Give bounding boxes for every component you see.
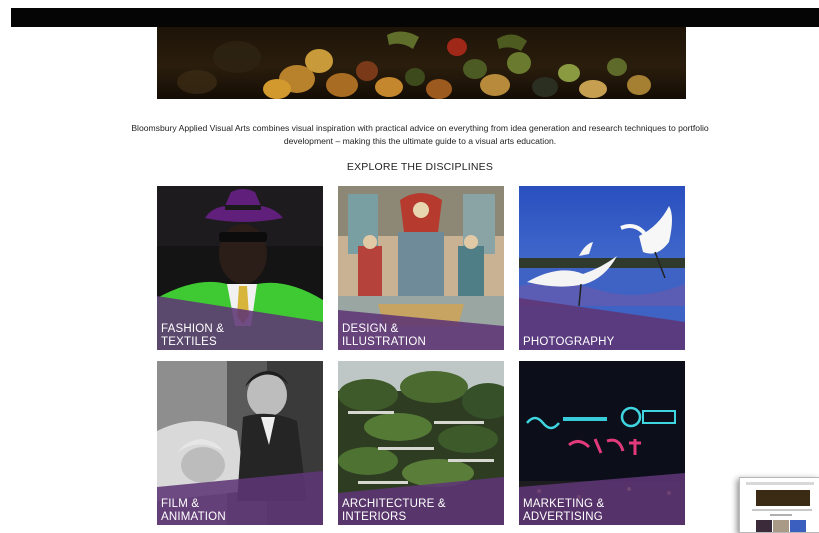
discipline-label-line-1: FASHION & [161,323,225,335]
discipline-label-line-2: ANIMATION [161,511,226,523]
discipline-label: DESIGN & ILLUSTRATION [342,323,426,349]
discipline-label-line-2: ILLUSTRATION [342,336,426,348]
discipline-label: PHOTOGRAPHY [523,336,614,349]
discipline-tile-film-animation[interactable]: FILM & ANIMATION [157,361,323,525]
discipline-label-line-1: FILM & [161,498,200,510]
discipline-label: FASHION & TEXTILES [161,323,224,349]
hero-still-life-image [157,27,686,99]
discipline-tile-marketing-advertising[interactable]: MARKETING & ADVERTISING [519,361,685,525]
top-black-bar [11,8,819,27]
intro-line-1: Bloomsbury Applied Visual Arts combines … [131,123,709,133]
intro-line-2: development – making this the ultimate g… [283,136,557,146]
discipline-label: FILM & ANIMATION [161,498,226,524]
discipline-tile-architecture-interiors[interactable]: ARCHITECTURE & INTERIORS [338,361,504,525]
discipline-label-line-1: ARCHITECTURE & [342,498,446,510]
window-preview-thumbnail[interactable] [739,477,819,533]
discipline-label: MARKETING & ADVERTISING [523,498,604,524]
window-preview-image [740,478,819,532]
section-heading: EXPLORE THE DISCIPLINES [346,161,494,173]
discipline-label-line-2: ADVERTISING [523,511,603,523]
label-band [519,298,685,350]
discipline-label-line-1: MARKETING & [523,498,605,510]
discipline-label-line-1: DESIGN & [342,323,399,335]
discipline-label-line-1: PHOTOGRAPHY [523,336,615,348]
intro-text: Bloomsbury Applied Visual Arts combines … [80,122,760,148]
discipline-label: ARCHITECTURE & INTERIORS [342,498,446,524]
discipline-label-line-2: INTERIORS [342,511,407,523]
discipline-tile-design-illustration[interactable]: DESIGN & ILLUSTRATION [338,186,504,350]
discipline-tile-photography[interactable]: PHOTOGRAPHY [519,186,685,350]
discipline-label-line-2: TEXTILES [161,336,217,348]
discipline-tile-fashion-textiles[interactable]: FASHION & TEXTILES [157,186,323,350]
